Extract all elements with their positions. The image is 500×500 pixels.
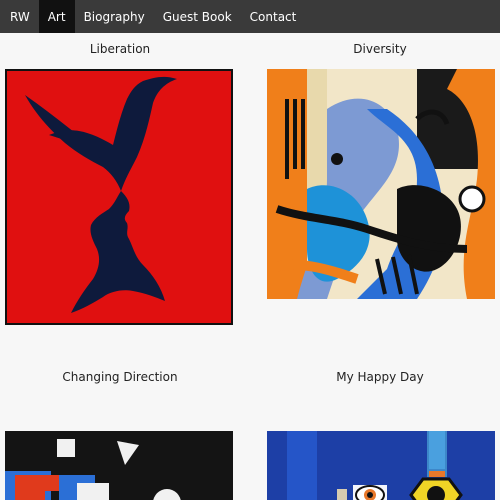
artwork-card-diversity[interactable]: Diversity [260, 33, 500, 333]
art-gallery-grid: Liberation Diversity Changing Direction … [0, 33, 500, 500]
nav-biography[interactable]: Biography [75, 0, 154, 33]
artwork-title: Liberation [89, 42, 151, 56]
artwork-card-liberation[interactable]: Liberation [0, 33, 240, 333]
artwork-card-changing-direction[interactable]: Changing Direction [0, 368, 240, 500]
artwork-title: Diversity [353, 42, 407, 56]
nav-art[interactable]: Art [38, 0, 75, 33]
nav-contact[interactable]: Contact [241, 0, 306, 33]
artwork-title: Changing Direction [62, 370, 178, 384]
top-navbar: RW Art Biography Guest Book Contact [0, 0, 500, 33]
artwork-title: My Happy Day [336, 370, 424, 384]
artwork-image-liberation[interactable] [5, 69, 233, 325]
artwork-image-my-happy-day[interactable] [267, 431, 495, 500]
nav-guest-book[interactable]: Guest Book [154, 0, 241, 33]
artwork-image-diversity[interactable] [267, 69, 495, 299]
artwork-image-changing-direction[interactable] [5, 431, 233, 500]
brand-link[interactable]: RW [0, 0, 39, 33]
artwork-card-my-happy-day[interactable]: My Happy Day [260, 368, 500, 500]
